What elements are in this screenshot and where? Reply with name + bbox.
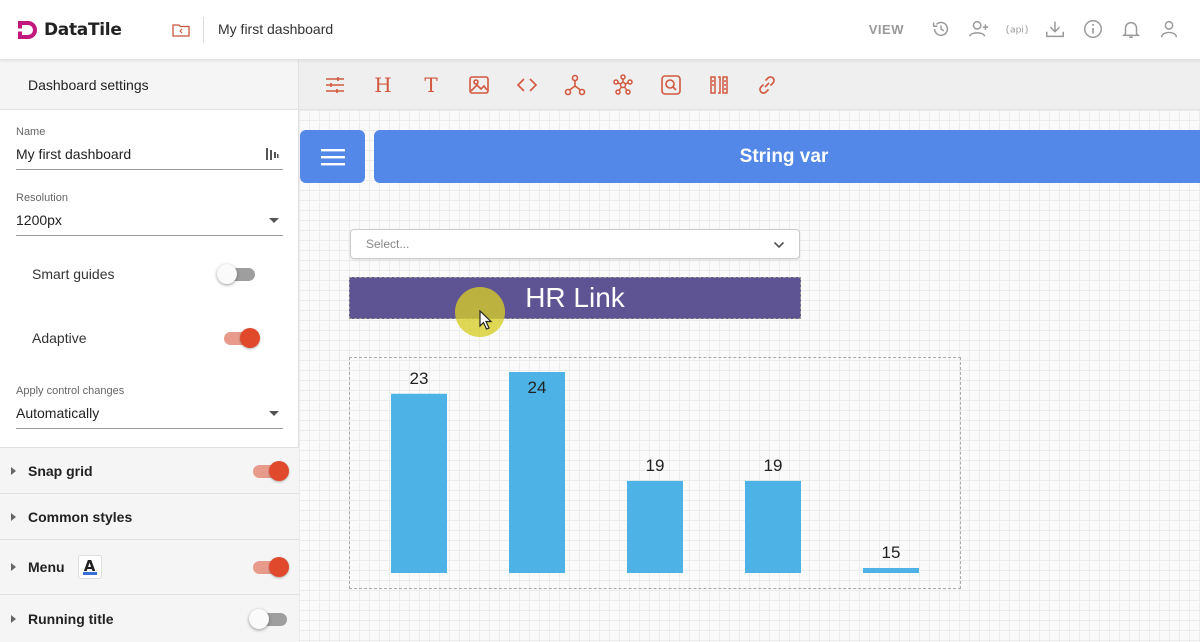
- resolution-field[interactable]: Resolution 1200px: [16, 192, 283, 236]
- variable-icon[interactable]: [265, 147, 279, 161]
- select-dropdown[interactable]: Select...: [350, 229, 800, 259]
- name-label: Name: [16, 126, 46, 138]
- smart-guides-row: Smart guides: [32, 262, 262, 286]
- settings-sidebar: Dashboard settings Name My first dashboa…: [0, 60, 299, 642]
- chart-data-label-5: 15: [882, 543, 901, 562]
- logo-text: DataTile: [44, 20, 122, 40]
- chevron-down-icon: [773, 241, 785, 249]
- apply-changes-label: Apply control changes: [16, 385, 125, 397]
- datatile-logo-icon: [16, 21, 37, 39]
- section-snap-grid[interactable]: Snap grid: [0, 447, 299, 493]
- running-title-toggle[interactable]: [249, 607, 289, 631]
- apply-changes-dropdown-icon[interactable]: [269, 411, 279, 416]
- heading-icon[interactable]: H: [359, 61, 407, 109]
- expand-arrow-icon: [11, 466, 16, 475]
- network-icon[interactable]: [599, 61, 647, 109]
- name-input[interactable]: My first dashboard: [16, 146, 283, 169]
- chart-bar-2[interactable]: [509, 372, 565, 573]
- resolution-dropdown-icon[interactable]: [269, 218, 279, 223]
- expand-arrow-icon: [11, 563, 16, 571]
- api-icon[interactable]: {api}: [1004, 16, 1030, 42]
- history-icon[interactable]: [928, 16, 954, 42]
- select-placeholder: Select...: [366, 237, 410, 251]
- adaptive-row: Adaptive: [32, 326, 262, 350]
- bell-icon[interactable]: [1118, 16, 1144, 42]
- top-actions: VIEW {api}: [869, 16, 1182, 42]
- widget-toolbar: H T: [299, 60, 1200, 110]
- text-icon[interactable]: T: [407, 61, 455, 109]
- chart-data-label-1: 23: [410, 369, 429, 388]
- resolution-select[interactable]: 1200px: [16, 212, 283, 235]
- name-field[interactable]: Name My first dashboard: [16, 126, 283, 170]
- common-styles-label: Common styles: [28, 508, 133, 525]
- chart-data-label-2: 24: [528, 378, 547, 397]
- hr-link-banner[interactable]: HR Link: [349, 277, 801, 319]
- expand-arrow-icon: [11, 614, 16, 623]
- code-icon[interactable]: [503, 61, 551, 109]
- image-icon[interactable]: [455, 61, 503, 109]
- menu-button[interactable]: [300, 130, 365, 183]
- hr-link-text: HR Link: [525, 282, 625, 313]
- svg-text:T: T: [424, 73, 438, 97]
- chart-data-label-3: 19: [646, 456, 665, 475]
- bar-chart: 23 24 19 19 15: [391, 369, 919, 573]
- search-widget-icon[interactable]: [647, 61, 695, 109]
- running-title-label: Running title: [28, 610, 114, 627]
- font-color-icon[interactable]: A: [77, 555, 102, 579]
- section-menu[interactable]: Menu A: [0, 539, 299, 594]
- running-title-text: String var: [739, 145, 829, 167]
- menu-toggle[interactable]: [251, 555, 289, 579]
- apply-changes-field[interactable]: Apply control changes Automatically: [16, 385, 283, 429]
- section-running-title[interactable]: Running title: [0, 594, 299, 642]
- chart-data-label-4: 19: [764, 456, 783, 475]
- user-icon[interactable]: [1156, 16, 1182, 42]
- folder-icon[interactable]: [171, 20, 191, 40]
- adaptive-label: Adaptive: [32, 330, 87, 346]
- logo[interactable]: DataTile: [16, 18, 122, 42]
- top-bar: DataTile My first dashboard VIEW {api}: [0, 0, 1200, 60]
- snap-grid-toggle[interactable]: [251, 459, 289, 483]
- adaptive-toggle[interactable]: [222, 326, 260, 350]
- download-icon[interactable]: [1042, 16, 1068, 42]
- smart-guides-label: Smart guides: [32, 266, 115, 282]
- filters-icon[interactable]: [311, 61, 359, 109]
- barcode-icon[interactable]: [695, 61, 743, 109]
- dashboard-canvas[interactable]: String var Select... HR Link 23 24 19 19 15: [299, 110, 1200, 642]
- header-divider: [203, 17, 204, 43]
- expand-arrow-icon: [11, 512, 16, 521]
- bar-chart-widget[interactable]: 23 24 19 19 15: [349, 357, 961, 589]
- link-icon[interactable]: [743, 61, 791, 109]
- chart-bar-1[interactable]: [391, 393, 447, 573]
- apply-changes-select[interactable]: Automatically: [16, 405, 283, 428]
- svg-text:H: H: [374, 73, 391, 97]
- svg-text:{api}: {api}: [1006, 25, 1028, 36]
- resolution-label: Resolution: [16, 192, 68, 204]
- hamburger-icon: [320, 148, 345, 165]
- mouse-cursor-icon: [479, 310, 493, 330]
- sidebar-title: Dashboard settings: [0, 60, 298, 110]
- graph-icon[interactable]: [551, 61, 599, 109]
- view-button[interactable]: VIEW: [869, 22, 904, 37]
- menu-label: Menu: [28, 559, 65, 575]
- chart-bar-3[interactable]: [627, 480, 683, 573]
- smart-guides-toggle[interactable]: [217, 262, 257, 286]
- info-icon[interactable]: [1080, 16, 1106, 42]
- chart-bar-5[interactable]: [863, 568, 919, 573]
- running-title-bar: String var: [374, 130, 1200, 183]
- section-common-styles[interactable]: Common styles: [0, 493, 299, 539]
- chart-bar-4[interactable]: [745, 480, 801, 573]
- dashboard-title[interactable]: My first dashboard: [218, 21, 333, 37]
- add-user-icon[interactable]: [966, 16, 992, 42]
- snap-grid-label: Snap grid: [28, 462, 93, 479]
